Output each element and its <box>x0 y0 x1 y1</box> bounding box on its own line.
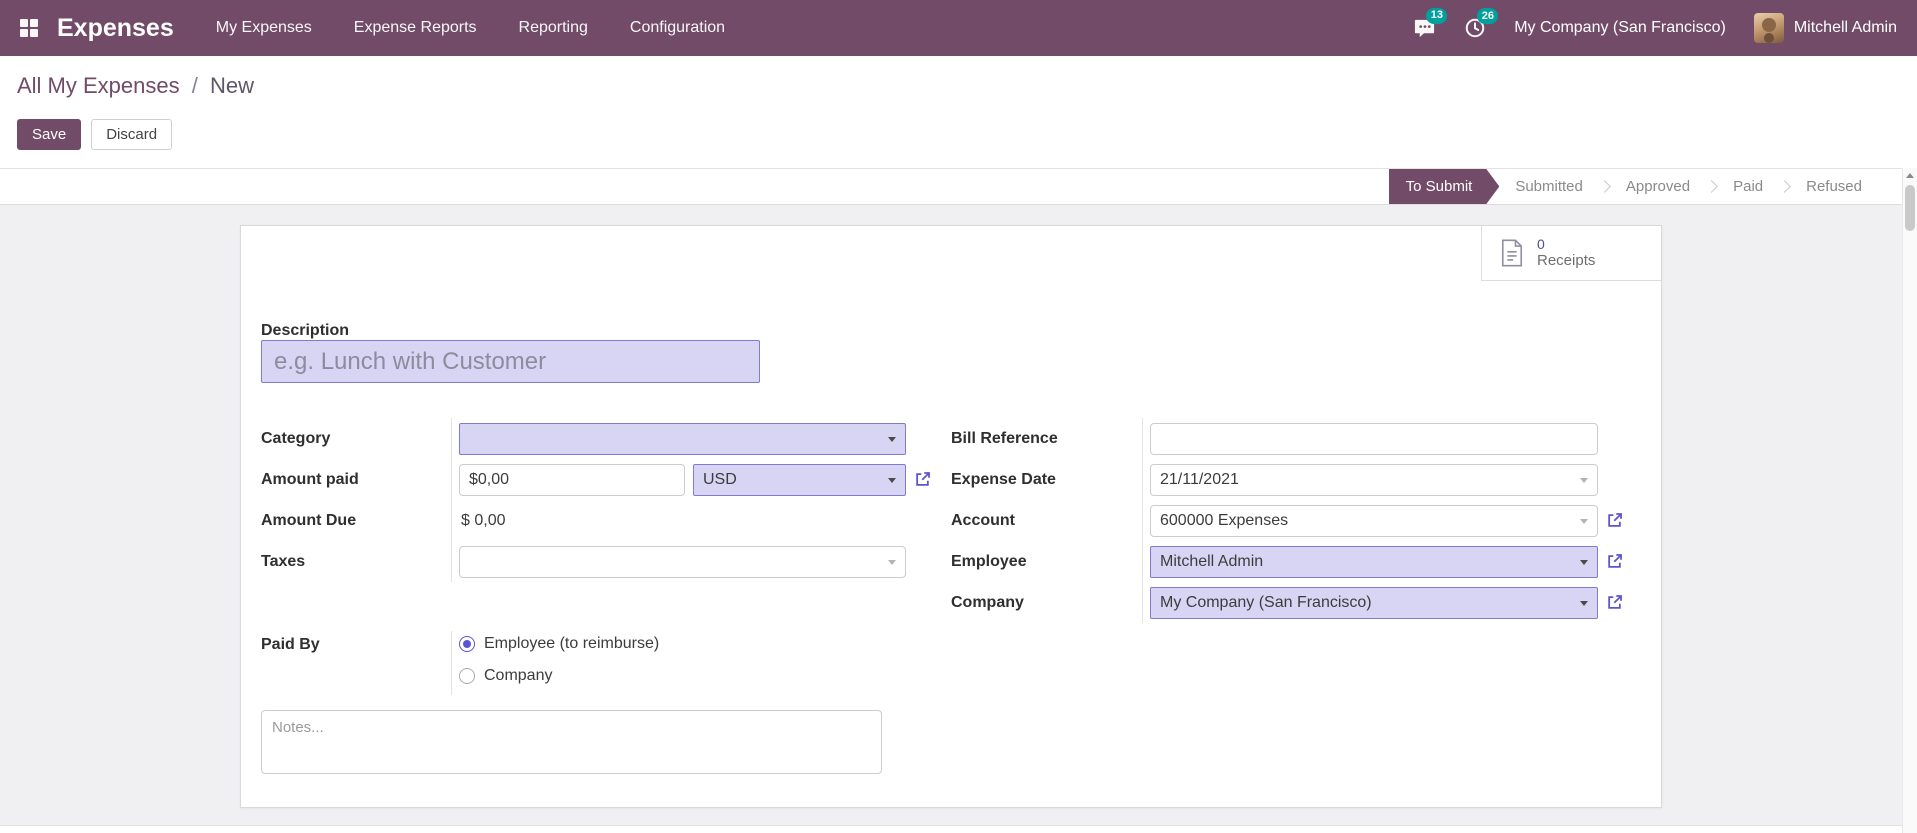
taxes-label: Taxes <box>261 553 306 570</box>
receipts-label: Receipts <box>1537 252 1596 270</box>
amount-paid-input[interactable] <box>459 463 685 496</box>
description-label: Description <box>261 322 350 339</box>
radio-unselected-icon[interactable] <box>459 668 475 684</box>
scroll-up-arrow[interactable] <box>1903 168 1917 183</box>
chevron-down-icon <box>888 436 896 442</box>
left-field-group: Category Amount paid USD <box>261 418 951 779</box>
amount-due-label: Amount Due <box>261 512 357 529</box>
status-step-approved[interactable]: Approved <box>1610 169 1706 204</box>
category-select[interactable] <box>459 422 906 455</box>
currency-value: USD <box>703 470 737 488</box>
statusbar: To Submit Submitted Approved Paid Refuse… <box>0 168 1902 205</box>
right-field-group: Bill Reference Expense Date 21/11/2021 A… <box>951 418 1641 779</box>
activities-count-badge: 26 <box>1477 8 1499 24</box>
amount-due-value: $ 0,00 <box>461 511 506 529</box>
menu-my-expenses[interactable]: My Expenses <box>216 13 312 43</box>
currency-external-link-icon[interactable] <box>913 470 932 489</box>
employee-external-link-icon[interactable] <box>1605 552 1624 571</box>
employee-label: Employee <box>951 553 1027 570</box>
app-title[interactable]: Expenses <box>57 14 174 43</box>
account-value: 600000 Expenses <box>1160 511 1289 529</box>
main-menu: My Expenses Expense Reports Reporting Co… <box>216 13 725 43</box>
chevron-down-icon <box>1580 518 1588 524</box>
chevron-separator-icon <box>1778 180 1791 193</box>
company-switcher[interactable]: My Company (San Francisco) <box>1514 19 1726 37</box>
menu-expense-reports[interactable]: Expense Reports <box>354 13 477 43</box>
breadcrumb-current: New <box>210 73 255 98</box>
apps-grid-icon <box>19 18 39 38</box>
paid-by-option-company[interactable]: Company <box>459 663 951 689</box>
paid-by-company-label: Company <box>484 667 553 684</box>
paid-by-employee-label: Employee (to reimburse) <box>484 635 660 652</box>
chevron-down-icon <box>888 559 896 565</box>
save-button[interactable]: Save <box>17 119 82 150</box>
employee-value: Mitchell Admin <box>1160 552 1264 570</box>
status-step-paid[interactable]: Paid <box>1717 169 1779 204</box>
expense-date-value: 21/11/2021 <box>1160 470 1239 488</box>
company-select[interactable]: My Company (San Francisco) <box>1150 586 1598 619</box>
apps-menu-button[interactable] <box>16 15 42 41</box>
amount-paid-label: Amount paid <box>261 471 359 488</box>
status-step-to-submit[interactable]: To Submit <box>1389 169 1500 204</box>
user-name: Mitchell Admin <box>1793 19 1897 36</box>
paid-by-option-employee[interactable]: Employee (to reimburse) <box>459 631 951 657</box>
currency-select[interactable]: USD <box>693 463 906 496</box>
description-input[interactable] <box>261 340 760 383</box>
notes-textarea[interactable] <box>261 710 882 774</box>
receipts-stat-button[interactable]: 0 Receipts <box>1481 226 1661 281</box>
field-groups: Category Amount paid USD <box>261 418 1641 779</box>
discard-button[interactable]: Discard <box>91 119 173 150</box>
breadcrumb-separator: / <box>191 73 198 98</box>
breadcrumb: All My Expenses / New <box>17 72 1917 100</box>
company-external-link-icon[interactable] <box>1605 593 1624 612</box>
menu-reporting[interactable]: Reporting <box>519 13 588 43</box>
category-label: Category <box>261 430 331 447</box>
content-area: 0 Receipts Description Category <box>0 205 1902 826</box>
chevron-down-icon <box>888 477 896 483</box>
account-label: Account <box>951 512 1015 529</box>
expense-date-label: Expense Date <box>951 471 1056 488</box>
expense-date-input[interactable]: 21/11/2021 <box>1150 463 1598 496</box>
chevron-down-icon <box>1580 559 1588 565</box>
bill-reference-label: Bill Reference <box>951 430 1058 447</box>
activities-button[interactable]: 26 <box>1464 8 1499 39</box>
chevron-separator-icon <box>1705 180 1718 193</box>
messages-button[interactable]: 13 <box>1413 7 1448 40</box>
paid-by-field: Paid By Employee (to reimburse) Company <box>261 631 951 695</box>
account-select[interactable]: 600000 Expenses <box>1150 504 1598 537</box>
employee-select[interactable]: Mitchell Admin <box>1150 545 1598 578</box>
avatar <box>1753 13 1784 43</box>
radio-selected-icon[interactable] <box>459 636 475 652</box>
receipts-stat-text: 0 Receipts <box>1537 236 1595 271</box>
chevron-down-icon <box>1580 477 1588 483</box>
navbar-right: 13 26 My Company (San Francisco) Mitchel… <box>1413 7 1897 43</box>
scrollbar-thumb[interactable] <box>1905 185 1915 231</box>
receipts-count: 0 <box>1537 235 1545 252</box>
company-value: My Company (San Francisco) <box>1160 593 1372 611</box>
breadcrumb-parent-link[interactable]: All My Expenses <box>17 73 180 98</box>
control-panel: All My Expenses / New Save Discard <box>0 56 1917 168</box>
vertical-scrollbar[interactable] <box>1902 168 1917 833</box>
receipt-document-icon <box>1498 238 1526 268</box>
expense-form-sheet: 0 Receipts Description Category <box>240 225 1662 808</box>
status-step-refused[interactable]: Refused <box>1790 169 1878 204</box>
menu-configuration[interactable]: Configuration <box>630 13 725 43</box>
taxes-select[interactable] <box>459 545 906 578</box>
status-step-submitted[interactable]: Submitted <box>1499 169 1599 204</box>
chevron-down-icon <box>1580 600 1588 606</box>
chevron-separator-icon <box>1598 180 1611 193</box>
user-menu[interactable]: Mitchell Admin <box>1753 13 1897 43</box>
action-buttons: Save Discard <box>17 119 1917 150</box>
bill-reference-input[interactable] <box>1150 422 1598 455</box>
account-external-link-icon[interactable] <box>1605 511 1624 530</box>
top-navbar: Expenses My Expenses Expense Reports Rep… <box>0 0 1917 56</box>
messages-count-badge: 13 <box>1426 7 1448 24</box>
paid-by-label: Paid By <box>261 636 320 653</box>
company-label: Company <box>951 594 1024 611</box>
